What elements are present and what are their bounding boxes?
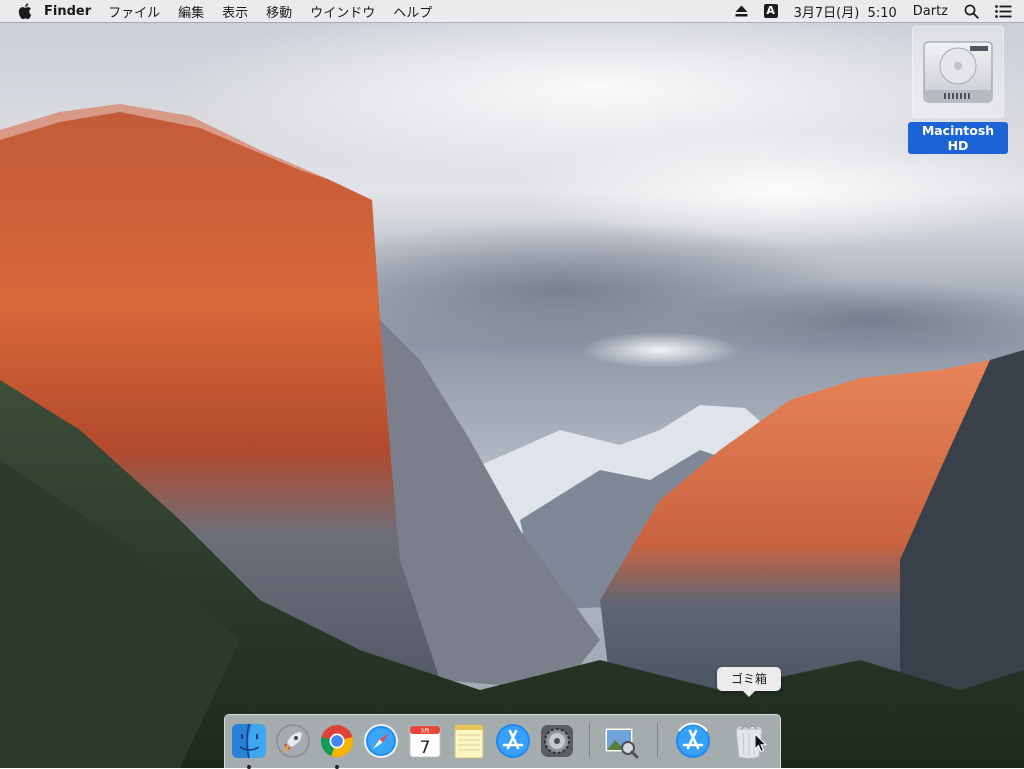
menu-bar: Finder ファイル 編集 表示 移動 ウインドウ ヘルプ A 3月7日(月)… — [0, 0, 1024, 22]
calendar-day: 7 — [420, 738, 431, 758]
notification-center-icon[interactable] — [995, 4, 1012, 18]
dock-item-finder[interactable] — [229, 721, 269, 769]
dock-separator — [589, 723, 590, 757]
input-source-icon[interactable]: A — [763, 4, 778, 18]
running-indicator — [335, 765, 339, 769]
notes-icon — [454, 724, 484, 759]
dock-item-system-preferences[interactable] — [537, 721, 577, 761]
mouse-cursor-icon — [754, 733, 768, 753]
dock-item-app-store[interactable] — [493, 721, 533, 761]
dock-item-app-store-downloads[interactable] — [673, 721, 713, 761]
eject-icon[interactable] — [735, 5, 748, 17]
drive-tile[interactable] — [912, 26, 1004, 118]
menu-go[interactable]: 移動 — [266, 2, 292, 21]
preview-icon — [604, 727, 639, 759]
spotlight-search-icon[interactable] — [964, 4, 979, 19]
desktop-wallpaper — [0, 0, 1024, 768]
menubar-user[interactable]: Dartz — [913, 4, 948, 19]
drive-label[interactable]: Macintosh HD — [908, 122, 1008, 154]
dock-separator — [657, 723, 658, 757]
menu-help[interactable]: ヘルプ — [393, 2, 432, 21]
calendar-month: 3月 — [421, 728, 430, 735]
chrome-icon — [320, 725, 354, 758]
menu-view[interactable]: 表示 — [222, 2, 248, 21]
hard-drive-icon — [923, 41, 993, 103]
apple-menu-icon[interactable] — [18, 3, 32, 19]
dock-item-calendar[interactable]: 3月 7 — [405, 721, 445, 761]
app-store-download-icon — [676, 722, 710, 758]
calendar-icon: 3月 7 — [409, 725, 441, 758]
app-menu-finder[interactable]: Finder — [44, 4, 91, 19]
dock-item-chrome[interactable] — [317, 721, 357, 769]
finder-icon — [232, 723, 266, 759]
dock: 3月 7 — [224, 714, 781, 769]
dock-item-preview[interactable] — [601, 721, 641, 761]
dock-item-safari[interactable] — [361, 721, 401, 761]
gear-icon — [541, 725, 573, 757]
running-indicator — [247, 765, 251, 769]
app-store-icon — [496, 724, 530, 758]
menu-window[interactable]: ウインドウ — [310, 2, 375, 21]
launchpad-rocket-icon — [276, 724, 310, 758]
safari-compass-icon — [364, 724, 398, 758]
menubar-clock[interactable]: 3月7日(月) 5:10 — [794, 2, 897, 21]
dock-item-launchpad[interactable] — [273, 721, 313, 761]
dock-item-notes[interactable] — [449, 721, 489, 761]
desktop-drive-macintosh-hd[interactable]: Macintosh HD — [908, 26, 1008, 154]
dock-tooltip-trash: ゴミ箱 — [717, 667, 781, 697]
menu-file[interactable]: ファイル — [108, 2, 160, 21]
menu-edit[interactable]: 編集 — [178, 2, 204, 21]
